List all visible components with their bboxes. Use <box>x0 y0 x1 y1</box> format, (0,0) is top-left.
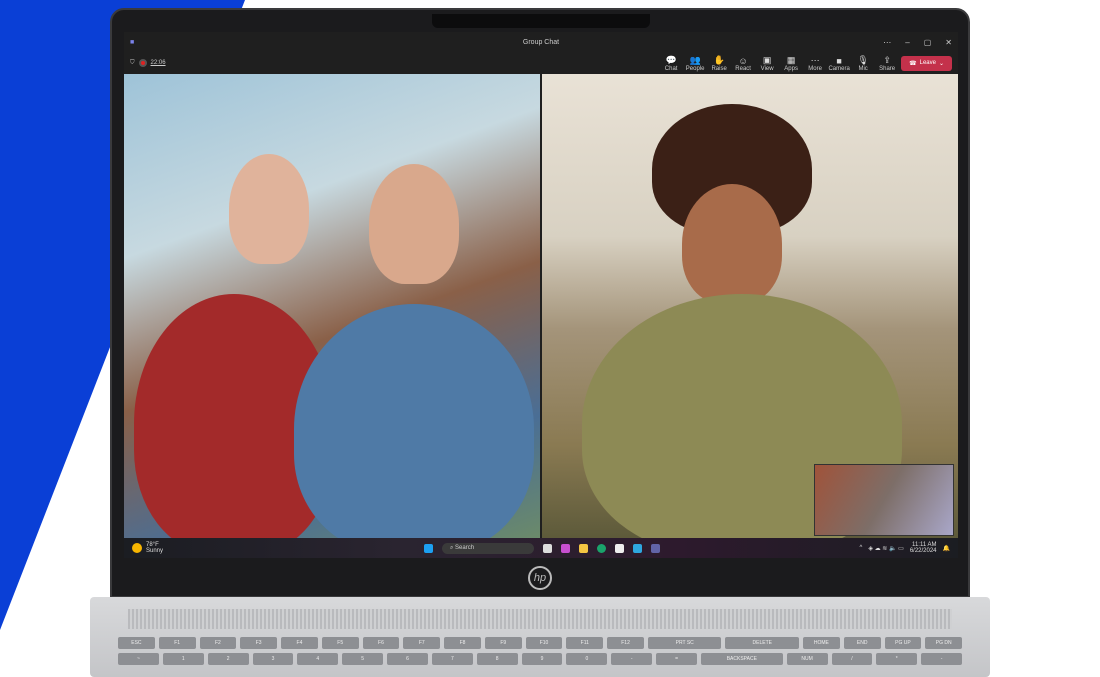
network-icon[interactable]: ◈ ☁ ≋ 🔈 ▭ <box>868 545 903 552</box>
keyboard-key: PRT SC <box>648 637 722 649</box>
chevron-down-icon[interactable]: ⌄ <box>939 60 944 67</box>
keyboard-key: / <box>832 653 873 665</box>
mic-icon: 🎙 <box>857 55 868 66</box>
apps-icon: ▦ <box>787 55 796 66</box>
meeting-toolbar: ⛉ 22:06 💬Chat 👥People ✋Raise ☺React ▣View ▦Ap… <box>124 52 958 74</box>
chevron-up-icon[interactable]: ^ <box>860 545 863 551</box>
toolbar-people-button[interactable]: 👥People <box>687 55 703 72</box>
toolbar-camera-button[interactable]: ■Camera <box>831 56 847 72</box>
store-icon[interactable] <box>615 544 624 553</box>
keyboard-key: F9 <box>485 637 522 649</box>
file-explorer-icon[interactable] <box>579 544 588 553</box>
shield-icon: ⛉ <box>130 60 135 67</box>
more-icon: ⋯ <box>811 55 820 66</box>
keyboard-key: - <box>611 653 652 665</box>
phone-hangup-icon: ☎ <box>909 60 916 67</box>
keyboard-key: 5 <box>342 653 383 665</box>
keyboard-key: F3 <box>240 637 277 649</box>
participant-body <box>294 304 534 538</box>
sun-icon <box>132 543 142 553</box>
keyboard-key: END <box>844 637 881 649</box>
self-view-video[interactable] <box>814 464 954 536</box>
keyboard-key: F11 <box>566 637 603 649</box>
raise-hand-icon: ✋ <box>714 55 725 66</box>
keyboard-key: ~ <box>118 653 159 665</box>
keyboard-key: F1 <box>159 637 196 649</box>
window-title: Group Chat <box>124 39 958 46</box>
hp-logo: hp <box>528 566 552 590</box>
toolbar-chat-button[interactable]: 💬Chat <box>663 55 679 72</box>
clock[interactable]: 11:11 AM6/22/2024 <box>910 542 937 554</box>
keyboard-key: 4 <box>297 653 338 665</box>
keyboard-key: F4 <box>281 637 318 649</box>
react-icon: ☺ <box>739 56 748 66</box>
weather-widget[interactable]: 78°FSunny <box>146 542 163 554</box>
video-tile-participants-1[interactable] <box>124 74 540 538</box>
keyboard-key: 2 <box>208 653 249 665</box>
camera-icon: ■ <box>836 56 841 66</box>
keyboard-key: DELETE <box>725 637 799 649</box>
recording-icon <box>139 59 147 67</box>
people-icon: 👥 <box>690 55 701 66</box>
teams-icon[interactable] <box>651 544 660 553</box>
keyboard-key: HOME <box>803 637 840 649</box>
participant-face <box>229 154 309 264</box>
chat-icon: 💬 <box>666 55 677 66</box>
keyboard-key: F10 <box>526 637 563 649</box>
keyboard-key: 6 <box>387 653 428 665</box>
keyboard-key: F2 <box>200 637 237 649</box>
webcam-notch <box>432 14 650 28</box>
notification-bell-icon[interactable]: 🔔 <box>943 545 950 552</box>
toolbar-mic-button[interactable]: 🎙Mic <box>855 55 871 72</box>
copilot-icon[interactable] <box>561 544 570 553</box>
keyboard-key: - <box>921 653 962 665</box>
keyboard-key: = <box>656 653 697 665</box>
edge-icon[interactable] <box>597 544 606 553</box>
keyboard-key: 1 <box>163 653 204 665</box>
keyboard-key: 8 <box>477 653 518 665</box>
video-tile-participant-2[interactable] <box>542 74 958 538</box>
keyboard-key: * <box>876 653 917 665</box>
participant-face <box>369 164 459 284</box>
laptop-lid: ■ Group Chat ⋯ – ▢ ✕ ⛉ 22:06 💬Chat 👥Peopl… <box>110 8 970 598</box>
keyboard-key: PG DN <box>925 637 962 649</box>
keyboard-key: 9 <box>522 653 563 665</box>
quick-assist-icon[interactable] <box>633 544 642 553</box>
windows-taskbar: 78°FSunny ⌕ Search ^ ◈ ☁ ≋ 🔈 ▭ 11:11 AM6… <box>124 538 958 558</box>
keyboard-key: F6 <box>363 637 400 649</box>
speaker-grille <box>128 609 952 629</box>
keyboard-key: F8 <box>444 637 481 649</box>
keyboard-key: F5 <box>322 637 359 649</box>
toolbar-share-button[interactable]: ⇪Share <box>879 55 895 72</box>
task-view-icon[interactable] <box>543 544 552 553</box>
keyboard-key: 7 <box>432 653 473 665</box>
leave-button[interactable]: ☎Leave⌄ <box>901 56 952 71</box>
participant-face <box>682 184 782 304</box>
share-icon: ⇪ <box>883 55 891 66</box>
title-bar: ■ Group Chat ⋯ – ▢ ✕ <box>124 32 958 52</box>
taskbar-search[interactable]: ⌕ Search <box>442 543 534 554</box>
keyboard-key: BACKSPACE <box>701 653 783 665</box>
keyboard-key: PG UP <box>885 637 922 649</box>
laptop-screen: ■ Group Chat ⋯ – ▢ ✕ ⛉ 22:06 💬Chat 👥Peopl… <box>124 32 958 558</box>
keyboard-key: ESC <box>118 637 155 649</box>
keyboard-key: F12 <box>607 637 644 649</box>
toolbar-view-button[interactable]: ▣View <box>759 55 775 72</box>
view-icon: ▣ <box>763 55 772 66</box>
keyboard-key: 0 <box>566 653 607 665</box>
keyboard-key: 3 <box>253 653 294 665</box>
keyboard-key: NUM <box>787 653 828 665</box>
keyboard-key: F7 <box>403 637 440 649</box>
toolbar-more-button[interactable]: ⋯More <box>807 55 823 72</box>
laptop-keyboard-deck: ESC F1 F2F3 F4 F5 F6F7 F8 F9 F10F11 F12 PRT SCDELE… <box>90 597 990 677</box>
toolbar-apps-button[interactable]: ▦Apps <box>783 55 799 72</box>
toolbar-react-button[interactable]: ☺React <box>735 56 751 72</box>
start-button[interactable] <box>424 544 433 553</box>
toolbar-raise-button[interactable]: ✋Raise <box>711 55 727 72</box>
call-timer: 22:06 <box>151 60 166 66</box>
